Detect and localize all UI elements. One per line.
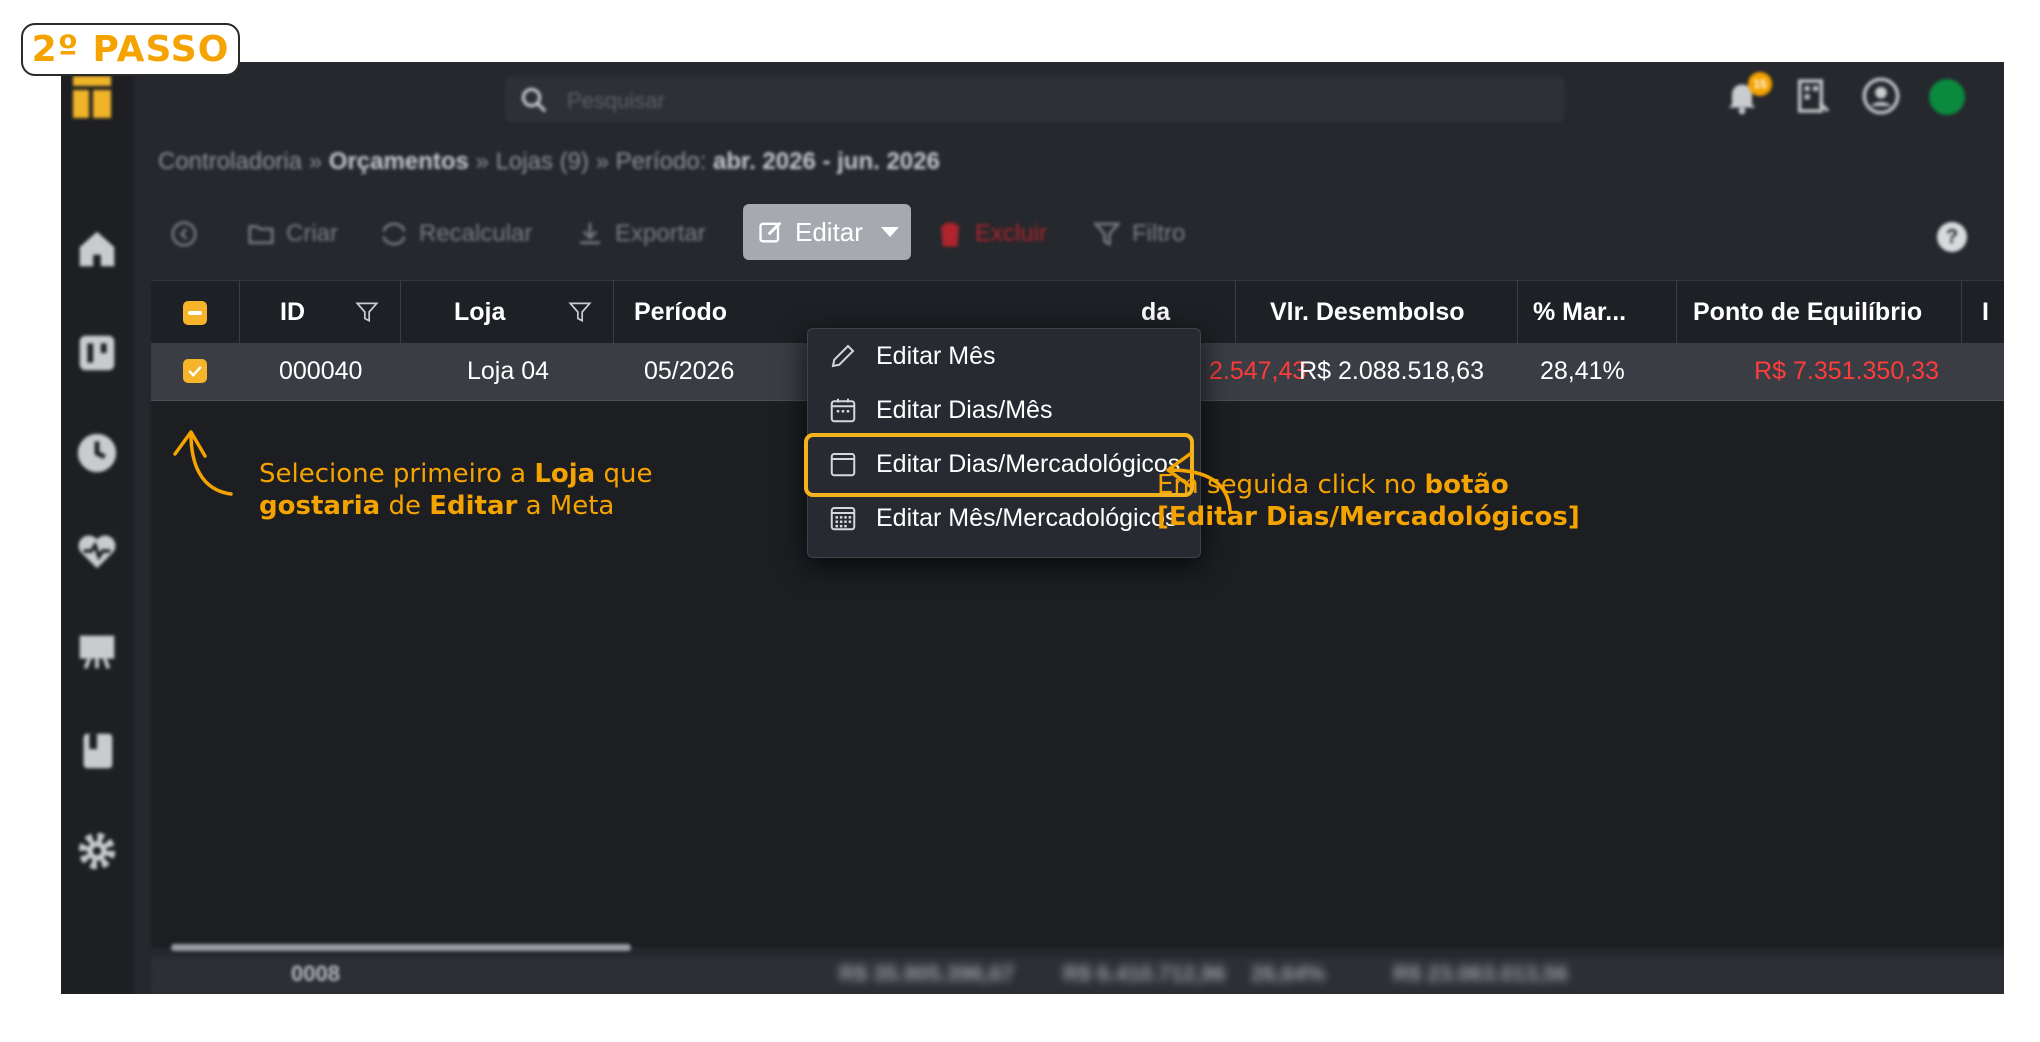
presentation-icon[interactable] (74, 628, 120, 674)
sidebar (61, 62, 133, 994)
column-header-next[interactable]: I (1961, 281, 2004, 344)
column-header-ponto-equilibrio[interactable]: Ponto de Equilíbrio (1676, 281, 1961, 344)
breadcrumb-orcamentos[interactable]: Orçamentos (329, 148, 469, 175)
footer-total-venda: R$ 35.905.396,67 (839, 961, 1014, 986)
search-icon (521, 87, 547, 113)
annotation-click-button: Em seguida click no botão [Editar Dias/M… (1157, 470, 1580, 532)
refresh-icon (382, 222, 406, 246)
menu-item-editar-mes[interactable]: Editar Mês (808, 329, 1200, 383)
cell-ponto-equilibrio: R$ 7.351.350,33 (1754, 357, 1939, 385)
criar-button[interactable]: Criar (246, 216, 338, 252)
filter-icon (1092, 222, 1122, 247)
filtro-button[interactable]: Filtro (1092, 216, 1185, 252)
chevron-down-icon (880, 227, 899, 237)
back-circle-icon (171, 221, 197, 247)
cell-loja: Loja 04 (467, 357, 550, 385)
highlight-box (804, 433, 1194, 497)
footer-count: 0008 (291, 961, 340, 986)
calendar-days-icon (830, 398, 856, 423)
app-logo (73, 76, 113, 118)
folder-plus-icon (248, 225, 274, 244)
heart-pulse-icon[interactable] (74, 528, 120, 574)
search-bar[interactable]: Pesquisar (505, 76, 1565, 122)
back-button[interactable] (169, 216, 199, 252)
app-window: Pesquisar 15 Controladoria » Orçamentos … (61, 62, 2004, 994)
select-all-checkbox[interactable] (183, 300, 207, 325)
book-icon[interactable] (74, 728, 120, 774)
user-icon[interactable] (1861, 76, 1901, 116)
home-icon[interactable] (74, 226, 120, 272)
breadcrumb-periodo-label: Período: (615, 148, 707, 175)
status-indicator (1929, 79, 1965, 115)
breadcrumb-controladoria[interactable]: Controladoria (158, 148, 302, 175)
editar-button[interactable]: Editar (743, 204, 911, 260)
horizontal-scrollbar[interactable] (159, 942, 1994, 952)
calendar-grid-icon (830, 507, 856, 531)
gear-icon[interactable] (74, 828, 120, 874)
annotation-select-loja: Selecione primeiro a Loja que gostaria d… (259, 459, 653, 521)
row-checkbox[interactable] (183, 359, 207, 383)
help-icon[interactable]: ? (1937, 222, 1967, 252)
footer-total-margem: 26,64% (1251, 961, 1326, 986)
store-menu-icon[interactable] (1793, 76, 1833, 116)
cell-margem: 28,41% (1540, 357, 1625, 385)
pencil-icon (831, 344, 855, 368)
header-select-all[interactable] (151, 281, 239, 344)
notification-badge: 15 (1748, 72, 1772, 96)
clock-icon[interactable] (74, 430, 120, 476)
store-icon[interactable] (74, 330, 120, 376)
table-footer: 0008 R$ 35.905.396,67 R$ 6.410.712,96 26… (151, 957, 2004, 994)
step-badge: 2º PASSO (21, 23, 240, 76)
column-header-margem[interactable]: % Mar... (1517, 281, 1676, 344)
download-icon (580, 222, 600, 244)
trash-icon (941, 222, 959, 247)
filter-icon[interactable] (354, 299, 380, 325)
check-icon (188, 365, 202, 377)
edit-icon (759, 221, 782, 243)
cell-desembolso: R$ 2.088.518,63 (1299, 357, 1484, 385)
search-input[interactable]: Pesquisar (567, 88, 665, 114)
cell-id: 000040 (279, 357, 363, 385)
arrow-up-left-icon (173, 430, 233, 496)
breadcrumb-lojas[interactable]: Lojas (9) (496, 148, 589, 175)
scroll-thumb[interactable] (171, 944, 631, 951)
recalcular-button[interactable]: Recalcular (379, 216, 532, 252)
column-header-desembolso[interactable]: Vlr. Desembolso (1235, 281, 1517, 344)
cell-periodo: 05/2026 (644, 357, 735, 385)
breadcrumb-periodo-value: abr. 2026 - jun. 2026 (713, 148, 940, 175)
menu-item-editar-dias-mes[interactable]: Editar Dias/Mês (808, 383, 1200, 437)
excluir-button[interactable]: Excluir (935, 216, 1047, 252)
breadcrumb: Controladoria » Orçamentos » Lojas (9) »… (158, 148, 940, 175)
menu-item-editar-mes-mercadologicos[interactable]: Editar Mês/Mercadológicos (808, 491, 1200, 545)
footer-total-ponto: R$ 23.063.013,56 (1393, 961, 1568, 986)
footer-total-desembolso: R$ 6.410.712,96 (1063, 961, 1226, 986)
filter-icon[interactable] (567, 299, 593, 325)
exportar-button[interactable]: Exportar (575, 216, 706, 252)
